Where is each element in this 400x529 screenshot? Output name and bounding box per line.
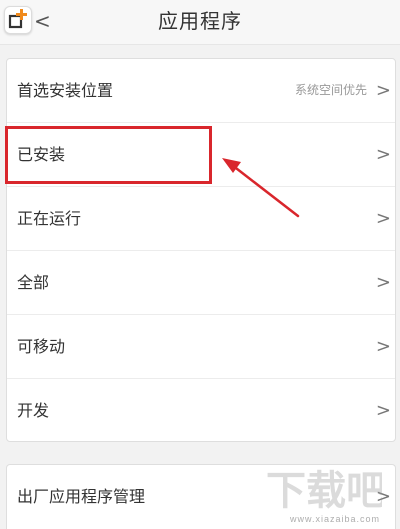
watermark-brand: 下载吧 [266,468,382,514]
watermark-url: www.xiazaiba.com [290,514,381,524]
watermark-logo-icon: 下载吧 [266,468,382,514]
annotation-arrow-icon [222,158,300,218]
